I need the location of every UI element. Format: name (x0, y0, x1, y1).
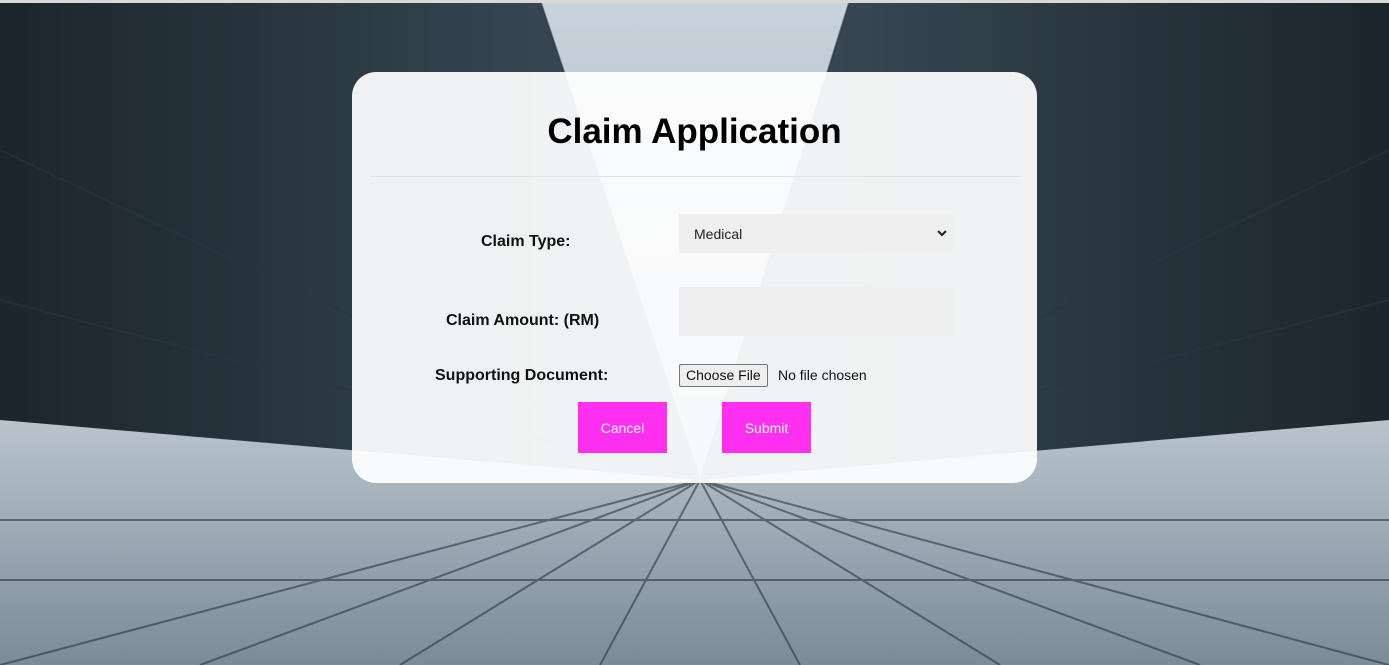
claim-type-selected-value: Medical (694, 226, 743, 242)
title-divider (370, 176, 1020, 177)
claim-type-select[interactable]: Medical (679, 214, 953, 253)
claim-amount-input[interactable] (679, 287, 953, 336)
top-border-strip (0, 0, 1389, 3)
claim-type-label: Claim Type: (481, 233, 571, 250)
claim-form-card: Claim Application Claim Type: Medical Cl… (352, 72, 1037, 483)
page-title: Claim Application (547, 112, 842, 151)
supporting-document-label: Supporting Document: (435, 367, 609, 384)
choose-file-button[interactable]: Choose File (679, 364, 768, 387)
file-status-text: No file chosen (778, 367, 867, 383)
submit-button[interactable]: Submit (722, 402, 811, 453)
claim-amount-label: Claim Amount: (RM) (446, 312, 600, 329)
chevron-down-icon (937, 230, 947, 237)
cancel-button[interactable]: Cancel (578, 402, 667, 453)
